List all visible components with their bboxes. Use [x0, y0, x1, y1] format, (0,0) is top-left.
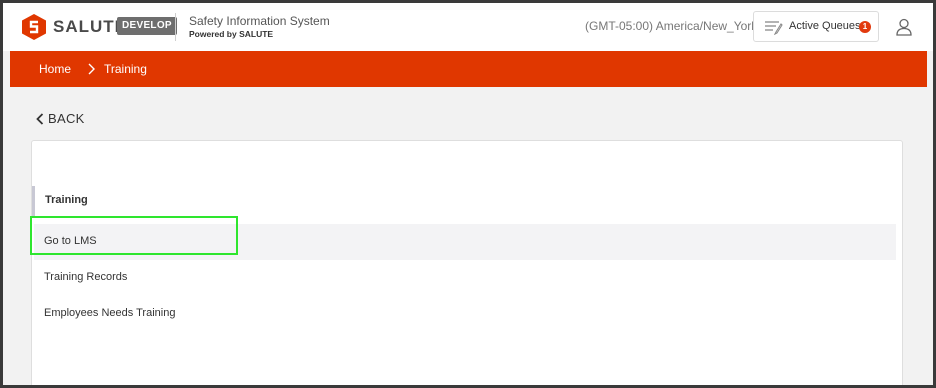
section-title: Training: [32, 186, 232, 216]
training-card: Training Go to LMS Training Records Empl…: [31, 140, 903, 385]
environment-badge: DEVELOP: [117, 17, 177, 35]
section-title-text: Training: [45, 194, 88, 206]
active-queues-label: Active Queues: [789, 20, 861, 32]
app-title: Safety Information System: [189, 14, 330, 28]
menu-item-label: Employees Needs Training: [44, 307, 176, 319]
header-divider: [175, 13, 176, 41]
queues-count-badge: 1: [859, 21, 871, 33]
menu-item-employees-needs-training[interactable]: Employees Needs Training: [34, 296, 896, 332]
chevron-left-icon: [36, 113, 44, 125]
menu-item-training-records[interactable]: Training Records: [34, 260, 896, 296]
menu-item-label: Training Records: [44, 271, 128, 283]
app-window: SALUTE DEVELOP Safety Information System…: [3, 3, 933, 385]
breadcrumb-training: Training: [104, 62, 147, 76]
salute-logo-icon[interactable]: [21, 13, 47, 41]
back-label: BACK: [48, 111, 85, 126]
powered-by-text: Powered by SALUTE: [189, 29, 274, 39]
queues-icon: [765, 21, 783, 35]
breadcrumb: Home Training: [10, 51, 927, 87]
menu-item-go-to-lms[interactable]: Go to LMS: [34, 224, 896, 260]
breadcrumb-home-link[interactable]: Home: [39, 62, 71, 76]
user-icon[interactable]: [896, 18, 912, 36]
menu-item-label: Go to LMS: [44, 235, 97, 247]
brand-name: SALUTE: [53, 17, 127, 36]
back-button[interactable]: BACK: [36, 110, 96, 128]
chevron-right-icon: [88, 63, 95, 75]
timezone-label: (GMT-05:00) America/New_York: [585, 19, 758, 33]
top-header: SALUTE DEVELOP Safety Information System…: [3, 3, 933, 51]
active-queues-button[interactable]: Active Queues 1: [753, 11, 879, 42]
